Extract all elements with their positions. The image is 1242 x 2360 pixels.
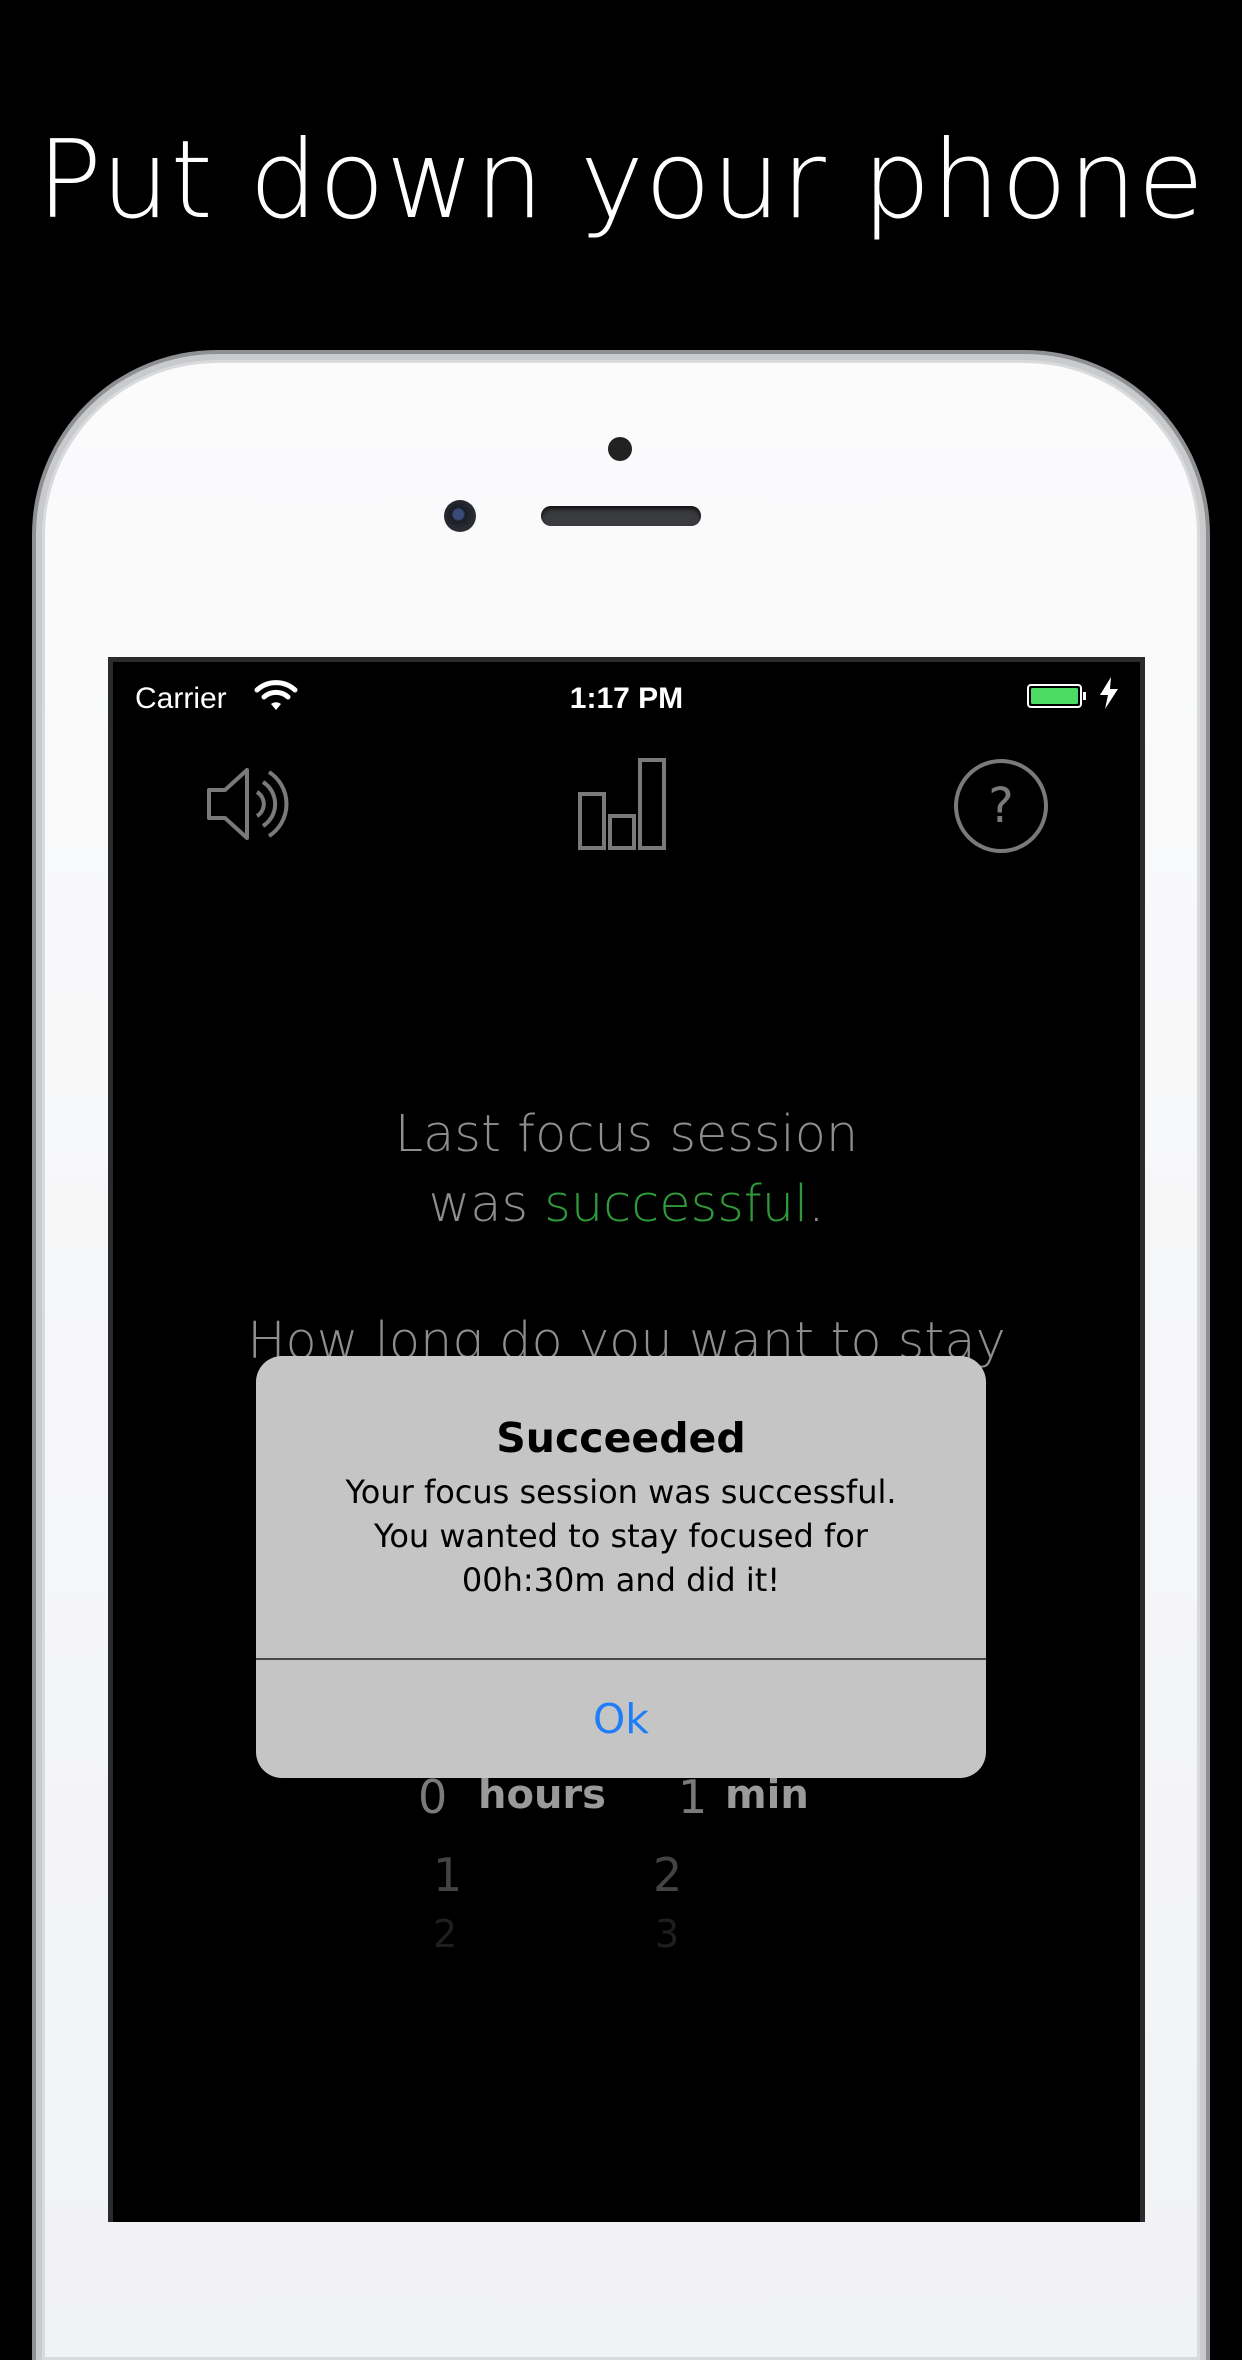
last-session-was: was xyxy=(428,1175,545,1234)
power-button xyxy=(1200,868,1210,1048)
status-bar: Carrier 1:17 PM xyxy=(113,662,1140,734)
last-session-line1: Last focus session xyxy=(394,1105,859,1164)
headline: Put down your phone xyxy=(36,118,1206,243)
volume-up-button xyxy=(32,870,42,1046)
min-value-option[interactable]: 2 xyxy=(653,1848,682,1902)
ok-button[interactable]: Ok xyxy=(256,1660,986,1778)
alert-message-line: Your focus session was successful. xyxy=(345,1473,897,1511)
front-camera-icon xyxy=(444,500,476,532)
svg-text:?: ? xyxy=(988,778,1013,834)
success-alert-dialog: Succeeded Your focus session was success… xyxy=(256,1356,986,1778)
hours-value-selected[interactable]: 0 xyxy=(418,1770,447,1824)
hours-value-option[interactable]: 1 xyxy=(433,1848,462,1902)
hours-value-option[interactable]: 2 xyxy=(433,1912,457,1956)
min-value-option[interactable]: 3 xyxy=(655,1912,679,1956)
last-session-period: . xyxy=(808,1175,825,1234)
status-time: 1:17 PM xyxy=(569,682,684,715)
alert-message-line: 00h:30m and did it! xyxy=(461,1561,781,1599)
last-session-line2: was successful. xyxy=(113,1170,1140,1240)
speaker-icon[interactable] xyxy=(201,754,301,854)
last-session-status: successful xyxy=(544,1175,809,1234)
question-circle-icon[interactable]: ? xyxy=(951,756,1051,856)
volume-down-button xyxy=(32,1086,42,1262)
proximity-sensor xyxy=(608,437,632,461)
alert-title: Succeeded xyxy=(496,1414,746,1462)
battery-icon xyxy=(1027,684,1086,708)
alert-message: Your focus session was successful. You w… xyxy=(276,1470,966,1602)
min-label: min xyxy=(725,1772,809,1818)
earpiece-speaker xyxy=(541,506,701,526)
alert-message-line: You wanted to stay focused for xyxy=(374,1517,868,1555)
silent-switch xyxy=(32,668,42,760)
charging-bolt-icon xyxy=(1100,677,1118,709)
hours-label: hours xyxy=(478,1772,606,1818)
min-value-selected[interactable]: 1 xyxy=(678,1770,707,1824)
bar-chart-icon[interactable] xyxy=(576,756,672,852)
